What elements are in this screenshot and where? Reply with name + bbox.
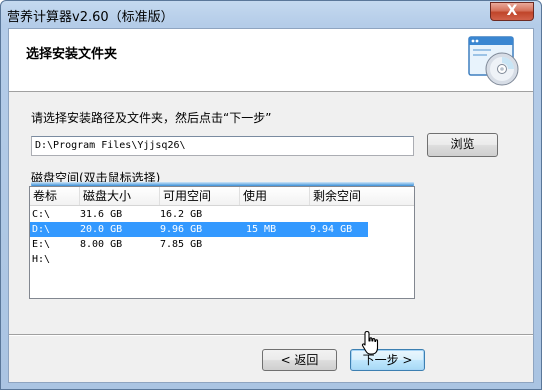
hand-cursor-icon — [361, 330, 379, 355]
install-path-input[interactable]: D:\Program Files\Yjjsq26\ — [31, 136, 414, 156]
cd-install-icon — [468, 36, 519, 86]
disk-cell: 31.6 GB — [80, 209, 123, 220]
disk-list-header: 卷标 磁盘大小 可用空间 使用 剩余空间 — [30, 187, 414, 206]
browse-button[interactable]: 浏览 — [427, 133, 498, 157]
disk-cell: 9.94 GB — [310, 224, 353, 235]
disk-row[interactable]: E:\ 8.00 GB 7.85 GB — [30, 237, 414, 252]
title-bar[interactable]: 营养计算器v2.60（标准版） X — [1, 1, 541, 27]
column-header[interactable]: 剩余空间 — [310, 187, 414, 205]
disk-cell: 8.00 GB — [80, 239, 123, 250]
disk-cell: 20.0 GB — [80, 224, 123, 235]
installer-window: 营养计算器v2.60（标准版） X 选择安装文件夹 请选择安装路径及文件夹，然后… — [0, 0, 542, 390]
disk-cell: H:\ — [32, 254, 51, 265]
disk-row[interactable]: H:\ — [30, 252, 414, 267]
close-icon: X — [506, 3, 518, 19]
disk-cell: D:\ — [32, 224, 51, 235]
disk-cell: C:\ — [32, 209, 51, 220]
close-button[interactable]: X — [490, 2, 534, 21]
disk-cell: 16.2 GB — [160, 209, 203, 220]
wizard-client-area: 选择安装文件夹 请选择安装路径及文件夹，然后点击“下一步” D:\Program… — [8, 28, 534, 383]
disk-cell: 9.96 GB — [160, 224, 203, 235]
page-title: 选择安装文件夹 — [26, 47, 118, 62]
column-header[interactable]: 使用 — [240, 187, 310, 205]
window-title: 营养计算器v2.60（标准版） — [7, 10, 174, 25]
back-button[interactable]: < 返回 — [262, 349, 337, 371]
footer-separator — [9, 334, 533, 336]
column-header[interactable]: 可用空间 — [160, 187, 240, 205]
column-header[interactable]: 磁盘大小 — [80, 187, 160, 205]
wizard-header: 选择安装文件夹 — [9, 29, 533, 92]
disk-row[interactable]: C:\ 31.6 GB 16.2 GB — [30, 207, 414, 222]
disk-row[interactable]: D:\ 20.0 GB 9.96 GB 15 MB 9.94 GB — [30, 222, 368, 237]
disk-cell: 15 MB — [246, 224, 277, 235]
instruction-text: 请选择安装路径及文件夹，然后点击“下一步” — [31, 111, 272, 125]
disk-list[interactable]: 卷标 磁盘大小 可用空间 使用 剩余空间 C:\ 31.6 GB 16.2 GB D:… — [29, 186, 415, 299]
disk-cell: E:\ — [32, 239, 51, 250]
column-header[interactable]: 卷标 — [30, 187, 80, 205]
disk-cell: 7.85 GB — [160, 239, 203, 250]
